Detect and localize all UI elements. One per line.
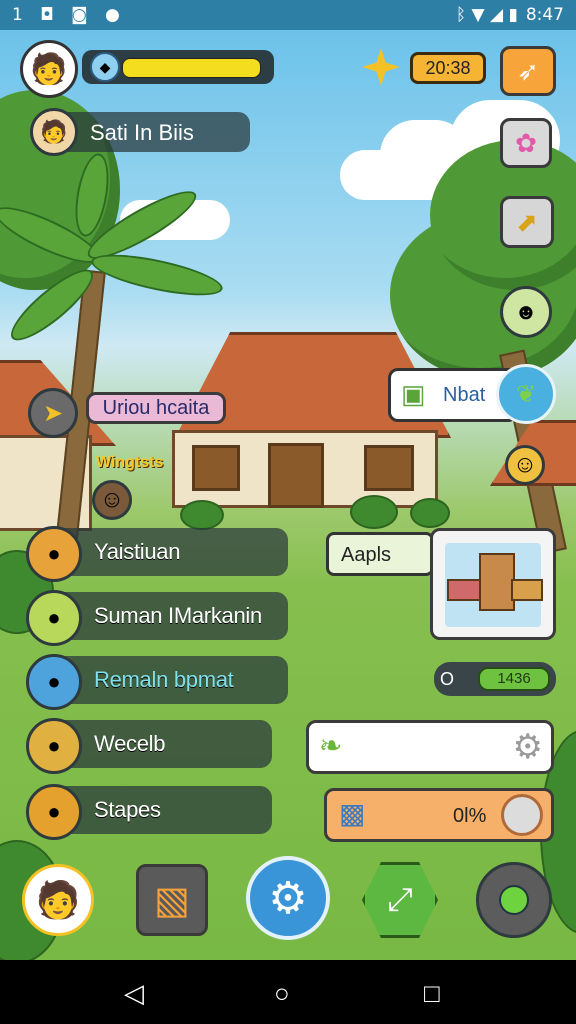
android-nav-bar: ◁ ○ □ — [0, 960, 576, 1024]
furniture-icon — [445, 543, 543, 627]
flame-icon: ● — [26, 526, 82, 582]
progress-pill: O 1436 — [434, 662, 556, 696]
xp-bar-fill — [122, 58, 261, 78]
palm-leaf — [88, 246, 226, 304]
back-icon[interactable]: ◁ — [124, 978, 144, 1009]
expand-arrow-icon: ⬈ — [516, 206, 538, 237]
leaf-button[interactable]: ❦ — [496, 364, 556, 424]
gear-icon: ⚙ — [512, 728, 543, 766]
map-icon: ➶ — [517, 55, 539, 86]
leaf-icon: ❦ — [515, 380, 537, 408]
gift-box-icon: ▣ — [401, 379, 426, 409]
gem-icon: ◆ — [90, 52, 120, 82]
menu-item-label: Yaistiuan — [94, 539, 181, 564]
house-window — [192, 445, 240, 491]
character-icon: ☻ — [514, 299, 538, 324]
home-icon[interactable]: ○ — [274, 978, 290, 1009]
recents-icon[interactable]: □ — [424, 978, 440, 1009]
menu-item-label: Suman IMarkanin — [94, 603, 262, 628]
player-name: Sati In Biis — [90, 120, 194, 145]
inventory-box-button[interactable]: ▧ — [136, 864, 208, 936]
progress-prefix: O — [440, 669, 455, 689]
bush — [350, 495, 398, 529]
expand-arrows-icon: ⤢ — [387, 881, 413, 917]
player-name-pill: Sati In Biis — [50, 112, 250, 152]
flower-button[interactable]: ✿ — [500, 118, 552, 168]
avatar-green-icon: ● — [26, 590, 82, 646]
cursor-icon: ➤ — [42, 399, 64, 427]
leaf-card[interactable]: ❧ ⚙ — [306, 720, 554, 774]
shop-popup-label: Aapls — [341, 544, 392, 566]
npc-villager[interactable]: ☺ — [92, 480, 132, 520]
player-portrait[interactable]: 🧑 — [30, 108, 78, 156]
menu-item-label: Stapes — [94, 797, 161, 822]
settings-gear-button[interactable]: ⚙ — [246, 856, 330, 940]
shop-popup-card[interactable] — [430, 528, 556, 640]
status-bar: 1 ◘ ◙ ● ᛒ ▼ ◢ ▮ 8:47 — [0, 0, 576, 30]
boy-face-icon: 🧑 — [30, 52, 68, 86]
menu-item-label: Remaln bpmat — [94, 667, 234, 692]
status-left-icons: 1 ◘ ◙ ● — [12, 5, 126, 25]
status-right-icons: ᛒ ▼ ◢ ▮ — [455, 5, 518, 25]
progress-bar: 1436 — [478, 667, 550, 691]
leaf-icon: ● — [26, 718, 82, 774]
xp-bar: ◆ — [82, 50, 274, 84]
player-avatar[interactable]: 🧑 — [20, 40, 78, 98]
menu-item-label: Wecelb — [94, 731, 166, 756]
house-door — [268, 443, 324, 508]
settings-gear-icon: ⚙ — [268, 873, 308, 923]
map-button[interactable]: ➶ — [500, 46, 556, 96]
boy-avatar-icon: 🧑 — [35, 879, 81, 920]
package-icon: ▧ — [154, 879, 190, 922]
quest-popup-label: Nbat — [443, 384, 486, 406]
storage-card[interactable]: ▩ 0l% — [324, 788, 554, 842]
clock: 8:47 — [525, 5, 564, 25]
npc-name-tag: Wingtsts — [96, 454, 164, 471]
avatar-blue-icon: ● — [26, 654, 82, 710]
npc-helper-button[interactable]: ☻ — [500, 286, 552, 338]
house-window — [364, 445, 414, 491]
avatar-button[interactable]: 🧑 — [22, 864, 94, 936]
joystick-button[interactable] — [476, 862, 552, 938]
box-icon: ▩ — [339, 798, 366, 829]
face-icon: 🧑 — [40, 119, 68, 144]
bush — [410, 498, 450, 528]
bush — [180, 500, 224, 530]
npc-blonde-kid[interactable]: ☺ — [505, 445, 545, 485]
shop-popup-tab[interactable]: Aapls — [326, 532, 434, 576]
leaf-ticket-icon: ❧ — [319, 730, 343, 761]
location-banner: Uriou hcaita — [86, 392, 226, 424]
percent-label: 0l% — [453, 805, 487, 827]
location-marker-button[interactable]: ➤ — [28, 388, 78, 438]
coin-icon: ● — [26, 784, 82, 840]
joystick-icon — [499, 885, 529, 915]
expand-button[interactable]: ⬈ — [500, 196, 554, 248]
resource-timer: 20:38 — [410, 52, 486, 84]
flower-icon: ✿ — [515, 127, 537, 158]
dial-icon — [501, 794, 543, 836]
